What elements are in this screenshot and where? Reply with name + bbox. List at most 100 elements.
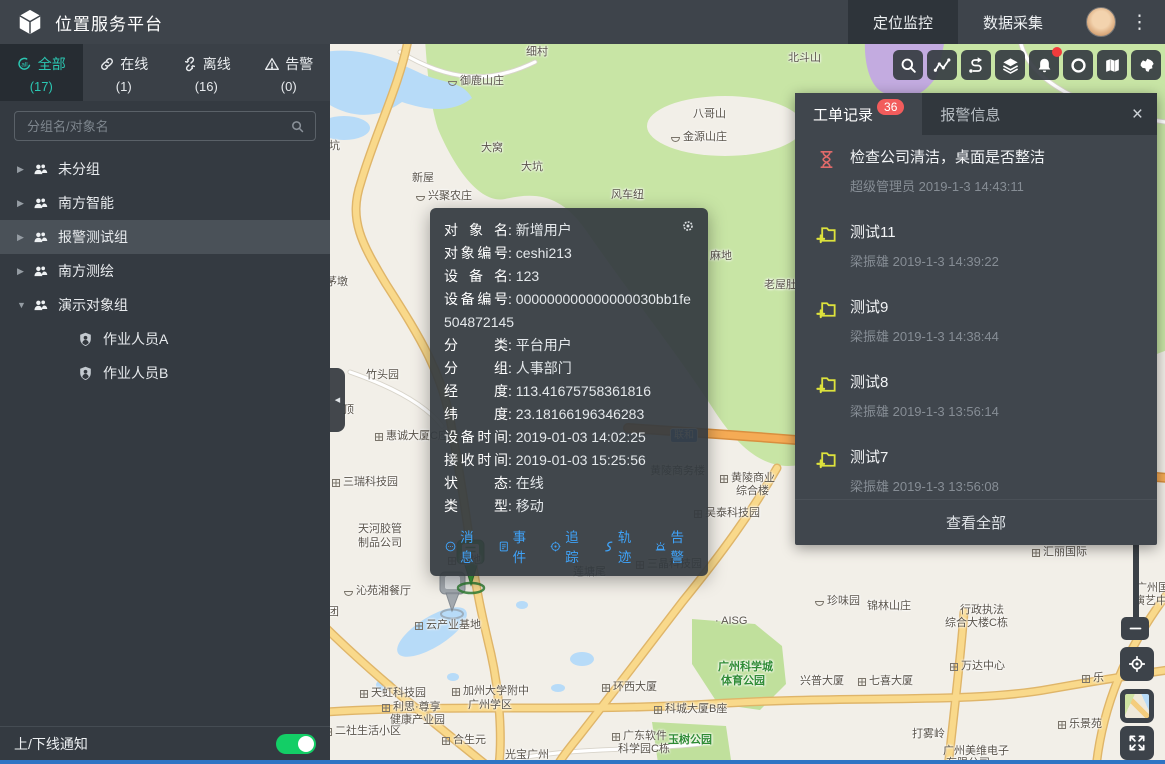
tree-item[interactable]: ▶ 报警测试组 — [0, 220, 330, 254]
info-colon: : — [508, 429, 512, 445]
tree-item-label: 南方智能 — [58, 193, 114, 213]
tab-count: (16) — [165, 79, 248, 94]
popup-action-link[interactable]: 事件 — [497, 526, 537, 566]
gear-icon[interactable] — [680, 218, 696, 234]
online-notify-bar: 上/下线通知 — [0, 726, 330, 760]
info-label: 设备名 — [444, 265, 508, 288]
china-region-button[interactable] — [1131, 50, 1161, 80]
minimap-thumbnail — [1125, 694, 1149, 718]
object-info-rows: 对象名: 新增用户 对象编号: ceshi213 设备名: 123 设备编号: … — [444, 219, 694, 518]
info-colon: : — [508, 452, 512, 468]
zoom-slider[interactable] — [1133, 545, 1139, 619]
alerts-button[interactable] — [1029, 50, 1059, 80]
tree-arrow-icon[interactable]: ▶ — [17, 232, 32, 243]
search-icon[interactable] — [290, 119, 305, 134]
track-icon — [933, 56, 952, 75]
overview-map-button[interactable] — [1120, 689, 1154, 723]
info-label: 分类 — [444, 334, 508, 357]
search-area — [14, 111, 316, 141]
group-icon — [32, 297, 49, 314]
group-tree: ▶ 未分组 ▶ 南方智能 ▶ 报警测试组 ▶ — [0, 152, 330, 390]
tree-item[interactable]: 作业人员A — [0, 322, 330, 356]
map-search-button[interactable] — [893, 50, 923, 80]
tab-all[interactable]: 全部 (17) — [0, 44, 83, 101]
locate-button[interactable] — [1120, 647, 1154, 681]
kebab-menu-icon[interactable]: ⋮ — [1130, 13, 1149, 32]
chevron-left-icon: ◀ — [335, 396, 340, 404]
work-order-item[interactable]: 检查公司清洁，桌面是否整洁 超级管理员 2019-1-3 14:43:11 — [795, 135, 1157, 210]
tree-item-label: 未分组 — [58, 159, 100, 179]
info-value: 2019-01-03 15:25:56 — [516, 452, 646, 468]
info-label: 对象编号 — [444, 242, 508, 265]
tab-count: (0) — [248, 79, 331, 94]
tree-item-label: 报警测试组 — [58, 227, 128, 247]
search-input[interactable] — [14, 111, 316, 141]
info-colon: : — [508, 222, 512, 238]
app-header: 位置服务平台 定位监控 数据采集 ⋮ — [0, 0, 1165, 44]
popup-actions: 消息 事件 追踪 轨迹 告警 — [444, 526, 694, 566]
work-order-icon — [815, 148, 838, 171]
track-playback-button[interactable] — [927, 50, 957, 80]
tree-item-label: 作业人员A — [103, 329, 168, 349]
group-icon — [77, 365, 94, 382]
popup-action-link[interactable]: 消息 — [444, 526, 484, 566]
china-map-icon — [1137, 56, 1156, 75]
nav-item-monitoring[interactable]: 定位监控 — [848, 0, 958, 44]
popup-action-link[interactable]: 轨迹 — [602, 526, 642, 566]
info-value: 平台用户 — [516, 337, 572, 353]
info-row: 设备编号: 000000000000000030bb1fe504872145 — [444, 288, 694, 334]
locate-icon — [1127, 654, 1147, 674]
tab-alarm[interactable]: 告警 (0) — [248, 44, 331, 101]
view-all-button[interactable]: 查看全部 — [795, 499, 1157, 545]
tree-item[interactable]: 作业人员B — [0, 356, 330, 390]
work-order-item[interactable]: 测试11 梁振雄 2019-1-3 14:39:22 — [795, 210, 1157, 285]
group-icon — [77, 331, 94, 348]
info-label: 设备编号 — [444, 288, 508, 311]
tab-offline[interactable]: 离线 (16) — [165, 44, 248, 101]
nav-item-data-collection[interactable]: 数据采集 — [958, 0, 1068, 44]
work-order-meta: 梁振雄 2019-1-3 14:38:44 — [850, 326, 999, 345]
work-order-item[interactable]: 测试9 梁振雄 2019-1-3 14:38:44 — [795, 285, 1157, 360]
sidebar-collapse-handle[interactable]: ◀ — [330, 368, 345, 432]
group-icon — [32, 263, 49, 280]
tree-item[interactable]: ▶ 南方智能 — [0, 186, 330, 220]
action-icon — [497, 539, 510, 554]
tab-label: 离线 — [203, 54, 231, 74]
info-label: 设备时间 — [444, 426, 508, 449]
tree-arrow-icon[interactable]: ▼ — [17, 300, 32, 310]
tree-item[interactable]: ▼ 演示对象组 — [0, 288, 330, 322]
tree-item[interactable]: ▶ 南方测绘 — [0, 254, 330, 288]
work-order-item[interactable]: 测试8 梁振雄 2019-1-3 13:56:14 — [795, 360, 1157, 435]
tab-label: 全部 — [38, 54, 66, 74]
tree-arrow-icon[interactable]: ▶ — [17, 198, 32, 209]
fullscreen-button[interactable] — [1120, 726, 1154, 760]
work-order-list: 检查公司清洁，桌面是否整洁 超级管理员 2019-1-3 14:43:11 测试… — [795, 135, 1157, 510]
popup-action-link[interactable]: 追踪 — [549, 526, 589, 566]
tree-item-label: 演示对象组 — [58, 295, 128, 315]
info-label: 类型 — [444, 495, 508, 518]
popup-action-link[interactable]: 告警 — [654, 526, 694, 566]
group-icon — [32, 161, 49, 178]
tree-item[interactable]: ▶ 未分组 — [0, 152, 330, 186]
tab-label: 告警 — [285, 54, 313, 74]
tree-item-label: 作业人员B — [103, 363, 168, 383]
route-button[interactable] — [961, 50, 991, 80]
map-area-button[interactable] — [1097, 50, 1127, 80]
tab-work-orders[interactable]: 工单记录 36 — [795, 93, 922, 135]
online-notify-label: 上/下线通知 — [14, 734, 88, 754]
tree-arrow-icon[interactable]: ▶ — [17, 164, 32, 175]
tree-arrow-icon[interactable]: ▶ — [17, 266, 32, 277]
zoom-out-button[interactable] — [1121, 617, 1149, 640]
info-colon: : — [508, 245, 512, 261]
work-order-title: 测试8 — [850, 373, 999, 393]
panel-tabbar: 工单记录 36 报警信息 × — [795, 93, 1157, 135]
close-icon[interactable]: × — [1132, 105, 1143, 124]
map-canvas[interactable]: 细村 北斗山 御鹿山庄 龙坑 八 — [330, 44, 1165, 764]
avatar[interactable] — [1086, 7, 1116, 37]
online-notify-toggle[interactable] — [276, 734, 316, 754]
tab-online[interactable]: 在线 (1) — [83, 44, 166, 101]
fence-circle-button[interactable] — [1063, 50, 1093, 80]
layers-button[interactable] — [995, 50, 1025, 80]
info-label: 经度 — [444, 380, 508, 403]
tab-alarm-info[interactable]: 报警信息 — [922, 93, 1018, 135]
